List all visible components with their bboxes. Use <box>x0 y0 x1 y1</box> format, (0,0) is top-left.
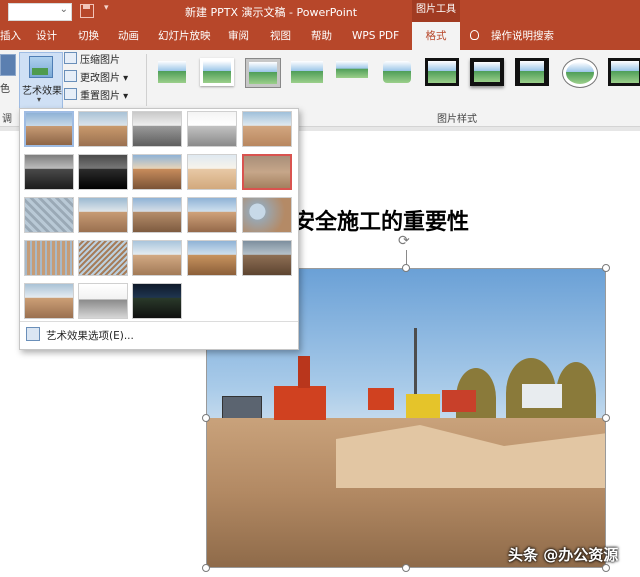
artistic-effect-criss-cross[interactable] <box>132 283 182 319</box>
artistic-effect-glow-diffused[interactable] <box>187 154 237 190</box>
artistic-effect-watercolor-sponge[interactable] <box>78 197 128 233</box>
artistic-effect-marker[interactable] <box>132 154 182 190</box>
artistic-effect-texturizer[interactable] <box>24 240 74 276</box>
artistic-effects-label: 艺术效果 <box>22 86 62 97</box>
artistic-effect-paint-brush[interactable] <box>78 111 128 147</box>
tab-wps-pdf[interactable]: WPS PDF <box>352 22 399 50</box>
artistic-effect-crisscross-etching[interactable] <box>78 240 128 276</box>
artistic-effect-line-drawing[interactable] <box>242 111 292 147</box>
tab-review[interactable]: 审阅 <box>228 22 249 50</box>
picture-style-simple-frame[interactable] <box>155 58 189 86</box>
title-bar: ⌄ ▾ 新建 PPTX 演示文稿 - PowerPoint 图片工具 <box>0 0 640 22</box>
artistic-effect-cutout[interactable] <box>187 240 237 276</box>
save-icon[interactable] <box>80 4 94 18</box>
resize-handle-bottom-left[interactable] <box>202 564 210 572</box>
resize-handle-top-right[interactable] <box>602 264 610 272</box>
reset-picture-button[interactable]: 重置图片 ▾ <box>64 88 128 105</box>
artistic-effect-film-grain[interactable] <box>132 197 182 233</box>
picture-style-white-frame[interactable] <box>200 58 234 86</box>
picture-styles-group-label: 图片样式 <box>437 114 477 125</box>
slide-heading[interactable]: 安全施工的重要性 <box>293 204 469 236</box>
artistic-effect-glow-edges[interactable] <box>78 283 128 319</box>
tell-me-search[interactable]: 操作说明搜索 <box>491 22 554 50</box>
tab-animations[interactable]: 动画 <box>118 22 139 50</box>
tab-transitions[interactable]: 切换 <box>78 22 99 50</box>
artistic-effects-icon <box>29 56 53 78</box>
artistic-effect-photocopy[interactable] <box>242 240 292 276</box>
tab-format[interactable]: 格式 <box>412 22 460 50</box>
watermark-text: 头条 @办公资源 <box>508 546 619 564</box>
picture-style-oval[interactable] <box>562 58 598 88</box>
picture-style-metal-frame[interactable] <box>608 58 640 86</box>
chevron-down-icon: ▾ <box>37 95 42 104</box>
artistic-effect-mosaic-bubbles[interactable] <box>242 197 292 233</box>
picture-style-thick-black[interactable] <box>425 58 459 86</box>
tab-view[interactable]: 视图 <box>270 22 291 50</box>
color-button-label[interactable]: 色 <box>0 80 10 95</box>
reset-picture-icon <box>64 88 77 100</box>
quick-access-dropdown[interactable]: ⌄ <box>8 3 72 21</box>
artistic-effect-glass[interactable] <box>187 197 237 233</box>
change-picture-icon <box>64 70 77 82</box>
group-separator <box>146 54 147 106</box>
artistic-effect-pastels-smooth[interactable] <box>132 240 182 276</box>
picture-style-beveled[interactable] <box>245 58 281 88</box>
artistic-effect-plastic-wrap[interactable] <box>24 111 74 147</box>
artistic-effects-button[interactable]: 艺术效果 ▾ <box>19 52 63 109</box>
lightbulb-icon <box>470 30 479 40</box>
picture-style-soft-edge[interactable] <box>290 58 324 86</box>
compress-icon <box>64 52 77 64</box>
change-picture-button[interactable]: 更改图片 ▾ <box>64 70 128 87</box>
picture-style-rounded[interactable] <box>380 58 414 86</box>
picture-tools-label: 图片工具 <box>412 0 460 22</box>
artistic-effect-light-screen[interactable] <box>24 283 74 319</box>
artistic-effects-options[interactable]: 艺术效果选项(E)... <box>26 327 134 345</box>
ribbon-tabs: 插入 设计 切换 动画 幻灯片放映 审阅 视图 帮助 WPS PDF 格式 操作… <box>0 22 640 50</box>
artistic-effect-cement[interactable] <box>24 197 74 233</box>
artistic-effect-chalk-sketch[interactable] <box>24 154 74 190</box>
artistic-effects-gallery: 艺术效果选项(E)... <box>19 108 299 350</box>
picture-style-black-matte[interactable] <box>515 58 549 86</box>
resize-handle-bottom[interactable] <box>402 564 410 572</box>
tab-design[interactable]: 设计 <box>36 22 57 50</box>
adjust-group-label: 调 <box>2 114 12 125</box>
artistic-effect-paint-strokes[interactable] <box>78 154 128 190</box>
tab-help[interactable]: 帮助 <box>311 22 332 50</box>
chevron-down-icon: ⌄ <box>59 4 68 15</box>
resize-handle-top[interactable] <box>402 264 410 272</box>
rotate-handle-icon[interactable]: ⟳ <box>398 234 412 248</box>
resize-handle-bottom-right[interactable] <box>602 564 610 572</box>
picture-style-reflected[interactable] <box>335 58 369 86</box>
artistic-effect-pencil-sketch[interactable] <box>187 111 237 147</box>
document-title: 新建 PPTX 演示文稿 - PowerPoint <box>185 6 358 19</box>
resize-handle-left[interactable] <box>202 414 210 422</box>
tab-insert[interactable]: 插入 <box>0 22 21 50</box>
customize-quick-access[interactable]: ▾ <box>104 3 109 13</box>
artistic-effect-blur[interactable] <box>242 154 292 190</box>
options-icon <box>26 327 40 341</box>
compress-pictures-button[interactable]: 压缩图片 <box>64 52 120 69</box>
artistic-effect-pencil-grayscale[interactable] <box>132 111 182 147</box>
resize-handle-right[interactable] <box>602 414 610 422</box>
gallery-separator <box>20 321 298 322</box>
color-icon[interactable] <box>0 54 16 76</box>
picture-style-black-shadow[interactable] <box>470 58 504 86</box>
tab-slideshow[interactable]: 幻灯片放映 <box>158 22 211 50</box>
